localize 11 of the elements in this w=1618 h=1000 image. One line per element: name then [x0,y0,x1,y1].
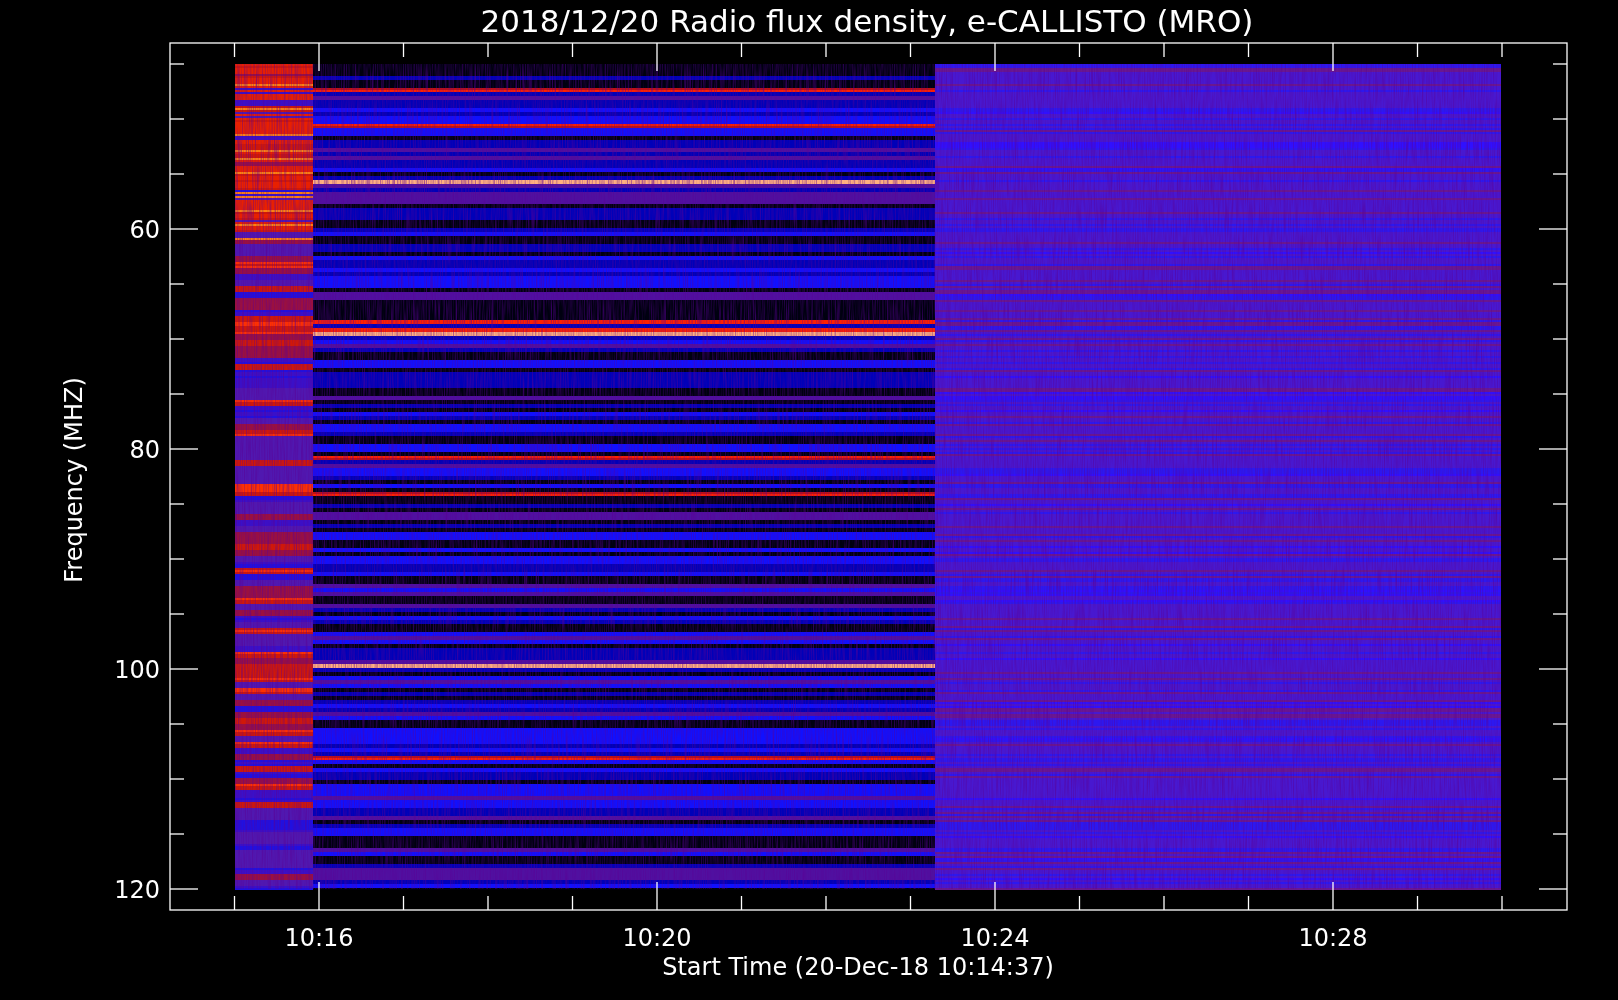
axis-title: Start Time (20-Dec-18 10:14:37) [662,953,1054,981]
tick-label: 10:16 [284,924,354,952]
tick-label: 120 [114,876,160,904]
tick-label: 10:28 [1298,924,1368,952]
tick-label: 100 [114,656,160,684]
tick-label: 60 [129,216,160,244]
tick-label: 10:20 [622,924,692,952]
axis-title: Frequency (MHZ) [60,377,88,583]
tick-label: 80 [129,436,160,464]
tick-label: 10:24 [960,924,1030,952]
chart-title: 2018/12/20 Radio flux density, e-CALLISTO (MRO) [480,3,1254,39]
